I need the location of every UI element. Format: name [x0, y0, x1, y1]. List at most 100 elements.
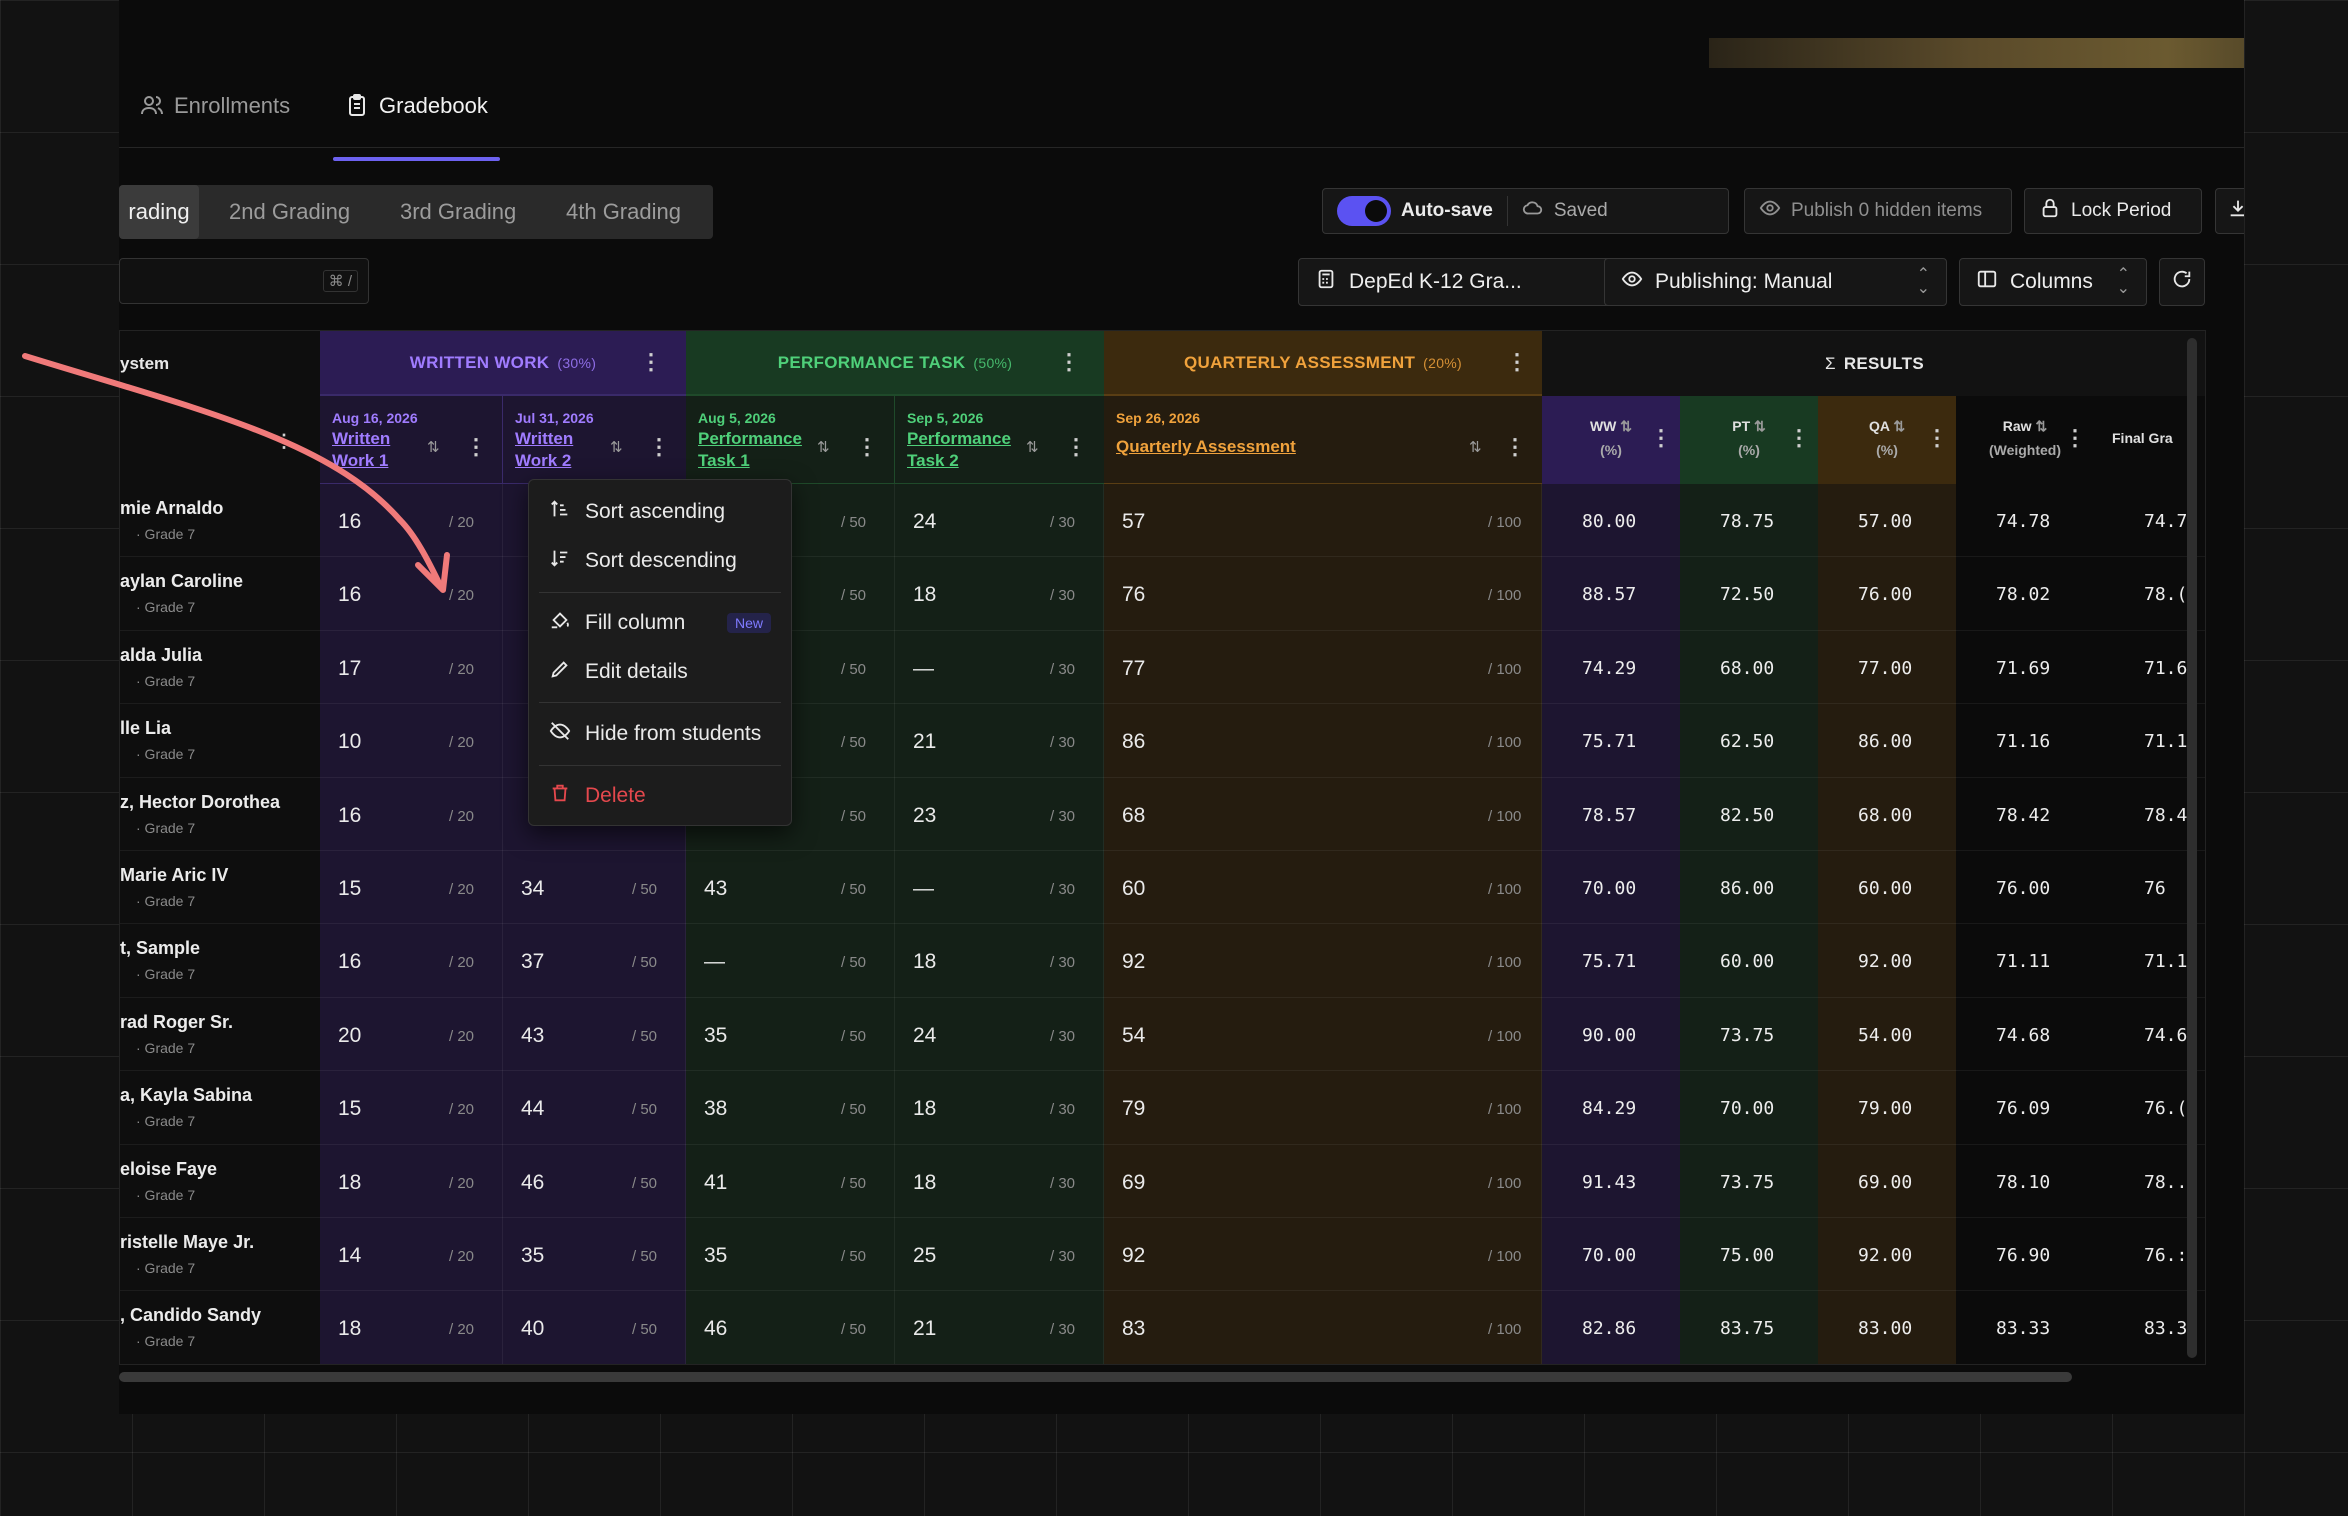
- column-title[interactable]: Written Work 1: [332, 428, 390, 472]
- app-window: Enrollments Gradebook rading 2nd Grading…: [119, 0, 2244, 1414]
- download-button[interactable]: [2215, 188, 2244, 234]
- kebab-icon[interactable]: ⋮: [1650, 426, 1672, 450]
- score-value: 35: [521, 1244, 545, 1267]
- column-title[interactable]: Performance Task 2: [907, 428, 1011, 472]
- score-max: / 20: [449, 881, 475, 898]
- score-cell[interactable]: [1104, 484, 1542, 558]
- result-header-ww[interactable]: WW ⇅ (%) ⋮: [1542, 396, 1680, 484]
- result-value: 71.69: [1996, 657, 2051, 679]
- group-header-performance-task: PERFORMANCE TASK (50%) ⋮: [686, 331, 1104, 396]
- sort-icon[interactable]: ⇅: [2035, 418, 2047, 434]
- tab-label: Gradebook: [379, 93, 488, 118]
- menu-label: Sort ascending: [585, 500, 726, 523]
- publish-hidden-button[interactable]: Publish 0 hidden items: [1744, 188, 2012, 234]
- score-cell[interactable]: [1104, 777, 1542, 851]
- sort-icon[interactable]: ⇅: [1620, 418, 1632, 434]
- sort-icon[interactable]: ⇅: [1026, 438, 1039, 456]
- menu-delete[interactable]: Delete: [529, 774, 791, 818]
- column-header-pt2[interactable]: Sep 5, 2026 Performance Task 2 ⇅ ⋮: [895, 396, 1104, 484]
- sort-icon[interactable]: ⇅: [1469, 438, 1482, 456]
- score-max: / 20: [449, 1101, 475, 1119]
- score-max: / 30: [1050, 514, 1076, 531]
- period-1st[interactable]: rading: [119, 185, 199, 239]
- score-cell[interactable]: [1104, 1218, 1542, 1292]
- kebab-icon[interactable]: ⋮: [1926, 426, 1948, 450]
- column-title[interactable]: Written Work 2: [515, 428, 573, 472]
- kebab-icon[interactable]: ⋮: [648, 434, 670, 460]
- period-2nd[interactable]: 2nd Grading: [229, 185, 350, 239]
- score-value: 18: [338, 1317, 362, 1341]
- result-header-unit: (Weighted): [1988, 442, 2062, 458]
- column-header-ww1[interactable]: Aug 16, 2026 Written Work 1 ⇅ ⋮: [320, 396, 503, 484]
- result-header-qa[interactable]: QA ⇅ (%) ⋮: [1818, 396, 1956, 484]
- score-cell[interactable]: [1104, 557, 1542, 631]
- kebab-icon[interactable]: ⋮: [2064, 426, 2086, 450]
- score-max: / 100: [1488, 1101, 1522, 1119]
- download-icon: [2227, 197, 2244, 225]
- score-cell[interactable]: [1104, 630, 1542, 705]
- column-header-qa[interactable]: Sep 26, 2026 Quarterly Assessment ⇅ ⋮: [1104, 396, 1542, 484]
- kebab-icon[interactable]: ⋮: [1065, 434, 1087, 460]
- horizontal-scrollbar[interactable]: [119, 1372, 2072, 1382]
- period-4th[interactable]: 4th Grading: [566, 185, 681, 239]
- sort-icon[interactable]: ⇅: [1754, 418, 1766, 434]
- menu-sort-ascending[interactable]: Sort ascending: [529, 490, 791, 534]
- kebab-icon[interactable]: ⋮: [1506, 349, 1528, 375]
- score-cell[interactable]: [1104, 704, 1542, 778]
- kebab-icon[interactable]: ⋮: [1504, 434, 1526, 460]
- lock-period-button[interactable]: Lock Period: [2024, 188, 2202, 234]
- publishing-mode-select[interactable]: Publishing: Manual ⌃ ⌄: [1604, 258, 1947, 306]
- autosave-toggle[interactable]: [1337, 196, 1391, 226]
- result-value: 68.00: [1720, 657, 1775, 679]
- result-value: 74.68: [1996, 1024, 2051, 1046]
- score-value: 44: [521, 1097, 545, 1121]
- score-max: / 20: [449, 587, 475, 605]
- column-title[interactable]: Quarterly Assessment: [1116, 436, 1296, 458]
- kebab-icon[interactable]: ⋮: [275, 431, 293, 452]
- tab-gradebook[interactable]: Gradebook: [333, 93, 500, 161]
- score-max: / 20: [449, 514, 475, 531]
- column-title[interactable]: Performance Task 1: [698, 428, 802, 472]
- sort-icon[interactable]: ⇅: [1893, 418, 1905, 434]
- score-cell[interactable]: [1104, 1071, 1542, 1145]
- kebab-icon[interactable]: ⋮: [1788, 426, 1810, 450]
- kebab-icon[interactable]: ⋮: [1058, 349, 1080, 375]
- sort-icon[interactable]: ⇅: [817, 438, 830, 456]
- kebab-icon[interactable]: ⋮: [465, 434, 487, 460]
- refresh-button[interactable]: [2159, 258, 2205, 306]
- student-grade: · Grade 7: [136, 819, 196, 836]
- score-cell[interactable]: [1104, 851, 1542, 925]
- menu-sort-descending[interactable]: Sort descending: [529, 539, 791, 583]
- tab-enrollments[interactable]: Enrollments: [140, 93, 290, 143]
- score-value: 18: [913, 1170, 937, 1194]
- score-value: 17: [338, 656, 362, 680]
- score-cell[interactable]: [1104, 997, 1542, 1072]
- result-header-unit: (%): [1876, 442, 1898, 458]
- column-header-ww2[interactable]: Jul 31, 2026 Written Work 2 ⇅ ⋮: [503, 396, 686, 484]
- sort-icon[interactable]: ⇅: [427, 438, 440, 456]
- score-value: 23: [913, 803, 937, 827]
- result-header-pt[interactable]: PT ⇅ (%) ⋮: [1680, 396, 1818, 484]
- kebab-icon[interactable]: ⋮: [640, 349, 662, 375]
- score-max: / 50: [632, 1321, 658, 1339]
- result-header-raw[interactable]: Raw ⇅ (Weighted) ⋮: [1956, 396, 2094, 484]
- score-cell[interactable]: [1104, 924, 1542, 998]
- menu-fill-column[interactable]: Fill column New: [529, 601, 791, 645]
- score-cell[interactable]: [1104, 1291, 1542, 1364]
- search-input[interactable]: ⌘ /: [119, 258, 369, 304]
- menu-hide-from-students[interactable]: Hide from students: [529, 712, 791, 756]
- name-header-label: ystem: [120, 354, 170, 373]
- score-max: / 30: [1050, 1248, 1076, 1265]
- vertical-scrollbar[interactable]: [2187, 338, 2197, 1358]
- column-header-pt1[interactable]: Aug 5, 2026 Performance Task 1 ⇅ ⋮: [686, 396, 895, 484]
- kebab-icon[interactable]: ⋮: [856, 434, 878, 460]
- period-3rd[interactable]: 3rd Grading: [400, 185, 516, 239]
- columns-select[interactable]: Columns ⌃ ⌄: [1959, 258, 2147, 306]
- score-max: / 50: [632, 1248, 658, 1265]
- menu-edit-details[interactable]: Edit details: [529, 650, 791, 694]
- score-value: 35: [704, 1244, 728, 1267]
- sort-icon[interactable]: ⇅: [610, 438, 623, 456]
- score-max: / 20: [449, 807, 475, 825]
- score-cell[interactable]: [1104, 1144, 1542, 1218]
- score-value: 41: [704, 1170, 728, 1194]
